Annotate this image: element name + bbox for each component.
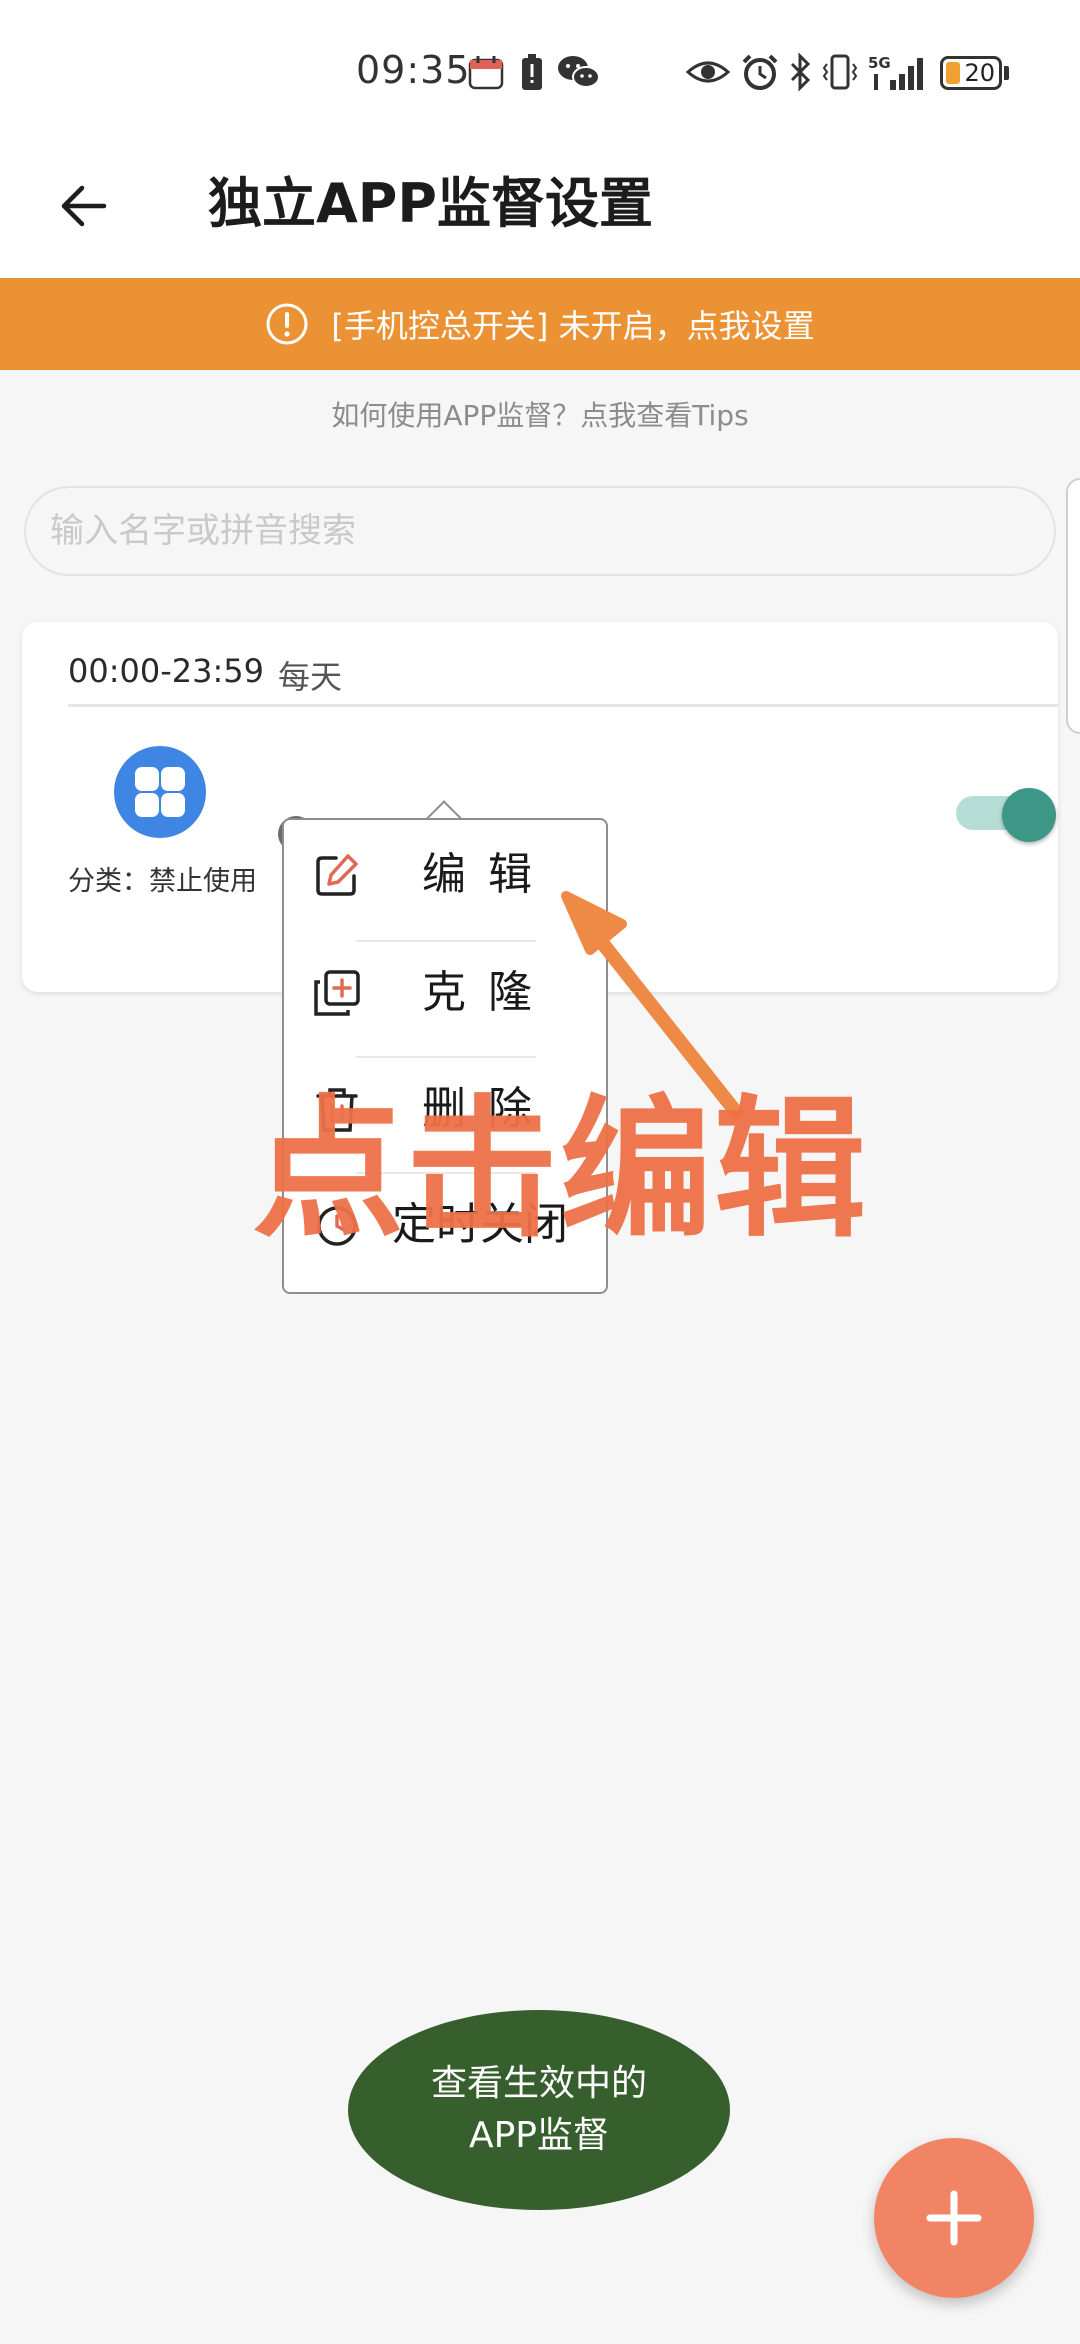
calendar-icon <box>468 56 504 90</box>
back-button[interactable] <box>44 166 124 246</box>
app-category-icon[interactable] <box>114 746 206 838</box>
status-bar: 09:35 5G 20 <box>0 0 1080 140</box>
signal-icon <box>874 58 923 90</box>
tips-link[interactable]: 如何使用APP监督？点我查看Tips <box>0 394 1080 434</box>
menu-label-edit: 编辑 <box>422 849 554 900</box>
divider <box>68 704 1058 707</box>
rule-time-range: 00:00-23:59 <box>68 652 264 690</box>
wechat-icon <box>558 56 600 88</box>
menu-item-edit[interactable]: 编辑 <box>284 820 606 930</box>
rule-repeat: 每天 <box>278 658 343 696</box>
alarm-icon <box>742 54 778 90</box>
arrow-left-icon <box>61 185 107 227</box>
battery-icon: 20 <box>940 56 1002 90</box>
vibrate-icon <box>822 54 858 90</box>
view-active-line1: 查看生效中的 <box>430 2063 647 2104</box>
battery-level: 20 <box>964 59 995 87</box>
search-input[interactable] <box>24 486 1056 576</box>
add-rule-button[interactable] <box>874 2138 1034 2298</box>
eye-icon <box>686 61 730 83</box>
status-time: 09:35 <box>356 48 471 92</box>
view-active-monitors-button[interactable]: 查看生效中的 APP监督 <box>348 2010 730 2210</box>
plus-icon <box>926 2190 982 2246</box>
menu-label-clone: 克隆 <box>422 967 554 1018</box>
menu-item-clone[interactable]: 克隆 <box>284 938 606 1048</box>
alert-circle-icon <box>266 303 308 345</box>
rule-toggle[interactable] <box>952 782 1056 842</box>
annotation-text: 点击编辑 <box>252 1081 868 1258</box>
warning-text: [手机控总开关] 未开启，点我设置 <box>331 307 815 345</box>
side-drawer-handle[interactable] <box>1066 478 1080 734</box>
app-bar: 独立APP监督设置 <box>0 140 1080 278</box>
clone-icon <box>314 970 360 1016</box>
app-category-label: 分类：禁止使用 <box>68 866 257 897</box>
battery-alert-icon <box>522 54 542 90</box>
bluetooth-icon <box>790 52 811 92</box>
master-switch-warning-banner[interactable]: [手机控总开关] 未开启，点我设置 <box>0 278 1080 370</box>
edit-icon <box>316 854 358 896</box>
page-title: 独立APP监督设置 <box>208 172 653 235</box>
view-active-line2: APP监督 <box>468 2115 610 2156</box>
